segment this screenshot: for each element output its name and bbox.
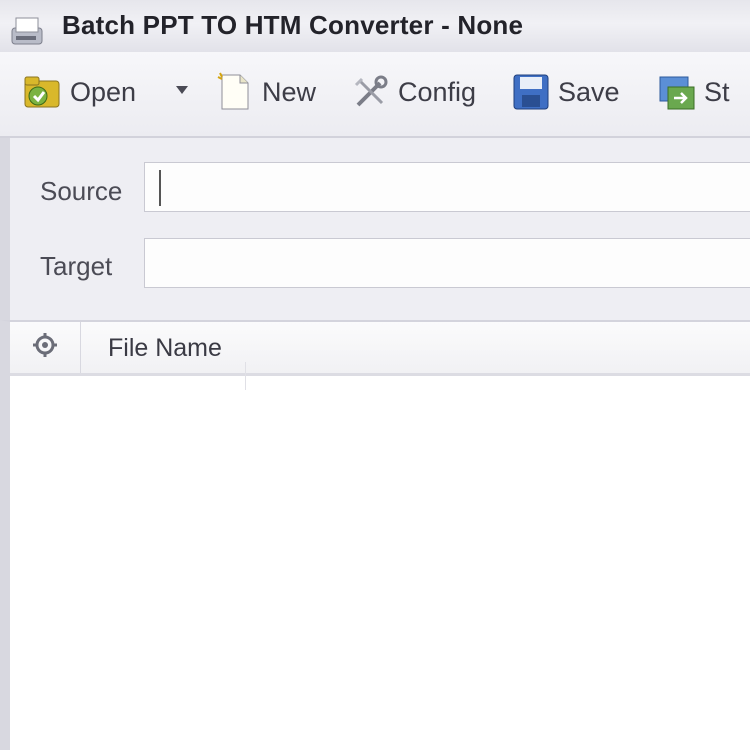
settings-gear-icon[interactable] <box>32 332 58 363</box>
save-button[interactable]: Save <box>510 68 620 116</box>
toolbar: Open New Config Save St <box>0 52 750 138</box>
open-dropdown-arrow-icon[interactable] <box>176 86 188 94</box>
column-divider <box>245 362 246 390</box>
source-label: Source <box>40 176 123 206</box>
open-button[interactable]: Open <box>22 68 136 116</box>
config-tools-icon <box>350 71 392 113</box>
new-document-icon <box>214 71 256 113</box>
title-bar[interactable]: Batch PPT TO HTM Converter - None <box>0 0 750 53</box>
save-floppy-icon <box>510 71 552 113</box>
source-input[interactable] <box>144 162 750 212</box>
start-label: St <box>704 76 730 107</box>
config-button[interactable]: Config <box>350 68 476 116</box>
window-title: Batch PPT TO HTM Converter - None <box>62 10 524 40</box>
column-header-icon[interactable] <box>10 322 81 373</box>
new-label: New <box>262 76 317 107</box>
app-window: Batch PPT TO HTM Converter - None Open N… <box>0 0 750 750</box>
column-header-file-name[interactable]: File Name <box>108 334 222 363</box>
text-cursor <box>159 170 161 206</box>
target-input[interactable] <box>144 238 750 288</box>
file-list-header: File Name <box>10 322 750 376</box>
new-button[interactable]: New <box>214 68 316 116</box>
open-label: Open <box>70 76 137 107</box>
start-convert-icon <box>656 71 698 113</box>
start-button[interactable]: St <box>656 68 730 116</box>
open-folder-icon <box>22 71 64 113</box>
path-form: Source Target <box>0 138 750 320</box>
app-icon[interactable] <box>8 8 48 48</box>
file-list[interactable]: File Name <box>0 320 750 750</box>
config-label: Config <box>398 76 477 107</box>
target-label: Target <box>40 251 113 281</box>
save-label: Save <box>558 76 620 107</box>
